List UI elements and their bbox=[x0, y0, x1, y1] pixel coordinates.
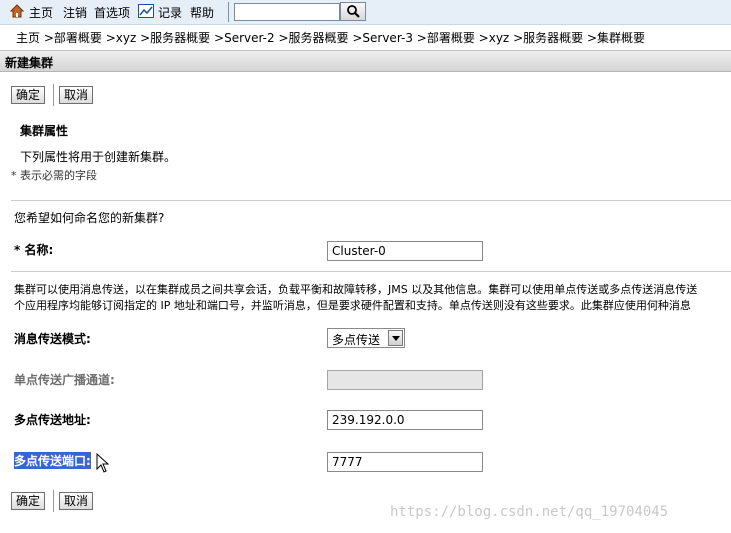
top-toolbar: 主页 注销 首选项 记录 帮助 bbox=[0, 0, 731, 25]
chevron-down-icon[interactable] bbox=[388, 330, 403, 346]
multicast-address-input[interactable] bbox=[327, 410, 483, 430]
page-title-bar: 新建集群 bbox=[0, 50, 731, 72]
button-divider bbox=[53, 84, 54, 106]
multicast-port-input[interactable] bbox=[327, 452, 483, 472]
section-title: 集群属性 bbox=[20, 124, 69, 138]
breadcrumb-item[interactable]: >xyz bbox=[106, 31, 137, 45]
button-divider bbox=[53, 490, 54, 512]
unicast-channel-input[interactable] bbox=[327, 370, 483, 390]
divider bbox=[11, 271, 731, 272]
messaging-mode-label: 消息传送模式: bbox=[14, 332, 91, 346]
logout-link[interactable]: 注销 bbox=[63, 4, 87, 21]
multicast-address-label: 多点传送地址: bbox=[14, 413, 91, 427]
home-icon[interactable] bbox=[10, 4, 24, 18]
record-icon[interactable] bbox=[138, 4, 154, 18]
ok-button-top[interactable]: 确定 bbox=[11, 86, 46, 104]
messaging-info-line1: 集群可以使用消息传送，以在集群成员之间共享会话，负载平衡和故障转移，JMS 以及… bbox=[14, 283, 698, 296]
breadcrumb-item[interactable]: >服务器概要 bbox=[278, 31, 348, 45]
search-input[interactable] bbox=[234, 3, 340, 21]
cluster-name-input[interactable] bbox=[327, 241, 483, 261]
messaging-info-line2: 个应用程序均能够订阅指定的 IP 地址和端口号，并监听消息，但是要求硬件配置和支… bbox=[14, 299, 691, 312]
section-description: 下列属性将用于创建新集群。 bbox=[20, 150, 177, 164]
cancel-button-bottom[interactable]: 取消 bbox=[59, 492, 94, 510]
breadcrumb-item[interactable]: >部署概要 bbox=[417, 31, 475, 45]
required-note: * 表示必需的字段 bbox=[11, 169, 97, 182]
name-question: 您希望如何命名您的新集群? bbox=[14, 211, 165, 225]
breadcrumb-item[interactable]: >部署概要 bbox=[44, 31, 102, 45]
search-button[interactable] bbox=[340, 2, 366, 21]
watermark: https://blog.csdn.net/qq_19704045 bbox=[390, 504, 669, 520]
breadcrumb: 主页 >部署概要 >xyz >服务器概要 >Server-2 >服务器概要 >S… bbox=[16, 29, 645, 46]
page-title: 新建集群 bbox=[5, 56, 54, 70]
messaging-mode-select[interactable]: 多点传送 bbox=[327, 328, 405, 348]
cancel-button-top[interactable]: 取消 bbox=[59, 86, 94, 104]
breadcrumb-current: >集群概要 bbox=[586, 31, 646, 45]
help-link[interactable]: 帮助 bbox=[190, 4, 214, 21]
home-link[interactable]: 主页 bbox=[29, 4, 53, 21]
multicast-port-label: 多点传送端口: bbox=[14, 452, 91, 469]
mouse-cursor-icon bbox=[96, 453, 110, 473]
divider bbox=[11, 200, 731, 201]
name-label: * 名称: bbox=[14, 243, 54, 257]
messaging-mode-value: 多点传送 bbox=[332, 333, 381, 347]
breadcrumb-item[interactable]: >服务器概要 bbox=[513, 31, 583, 45]
breadcrumb-item[interactable]: >xyz bbox=[479, 31, 510, 45]
breadcrumb-item[interactable]: >Server-2 bbox=[214, 31, 275, 45]
breadcrumb-item[interactable]: >服务器概要 bbox=[140, 31, 210, 45]
record-link[interactable]: 记录 bbox=[158, 4, 182, 21]
breadcrumb-item[interactable]: >Server-3 bbox=[352, 31, 413, 45]
breadcrumb-item[interactable]: 主页 bbox=[16, 31, 40, 45]
ok-button-bottom[interactable]: 确定 bbox=[11, 492, 46, 510]
search-icon bbox=[347, 5, 360, 18]
toolbar-divider bbox=[228, 2, 229, 22]
unicast-channel-label: 单点传送广播通道: bbox=[14, 373, 115, 387]
preferences-link[interactable]: 首选项 bbox=[94, 4, 130, 21]
